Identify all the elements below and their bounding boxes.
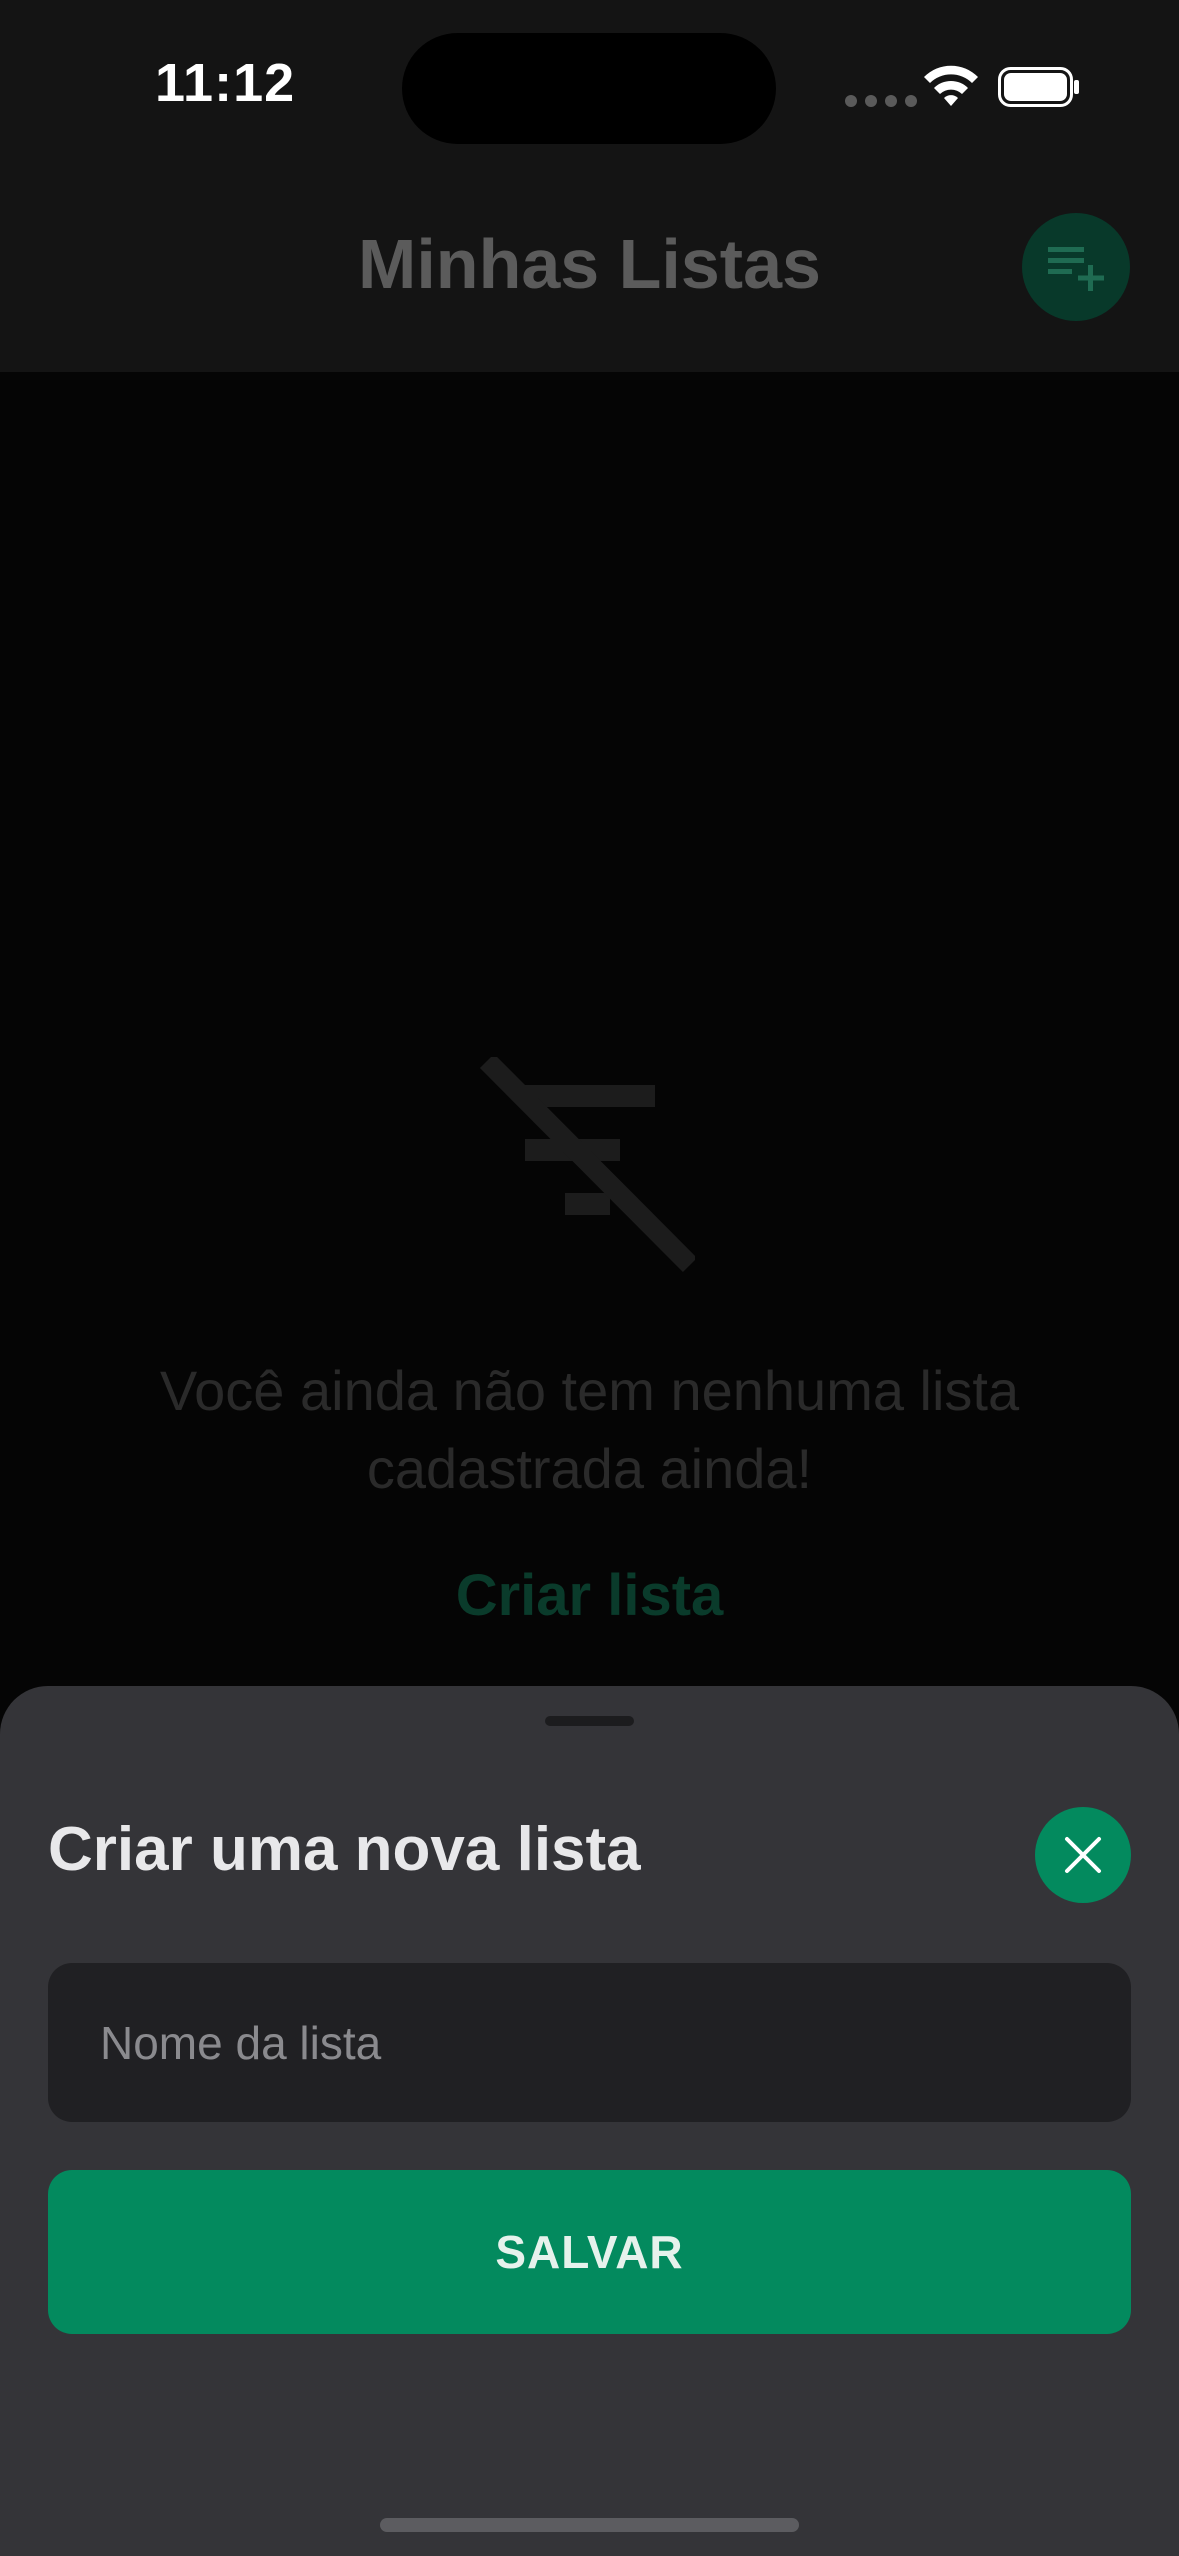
filter-off-icon bbox=[479, 1057, 695, 1273]
status-time: 11:12 bbox=[155, 53, 296, 113]
playlist-add-icon bbox=[1048, 247, 1104, 291]
close-button[interactable] bbox=[1035, 1807, 1131, 1903]
wifi-icon bbox=[924, 65, 978, 106]
list-name-input[interactable] bbox=[48, 1963, 1131, 2122]
empty-state: Você ainda não tem nenhuma lista cadastr… bbox=[0, 372, 1179, 1702]
drag-handle[interactable] bbox=[545, 1716, 634, 1726]
screen: 11:12 Minhas Listas Você ainda não tem n… bbox=[0, 0, 1179, 2556]
battery-icon bbox=[998, 67, 1079, 107]
sheet-title: Criar uma nova lista bbox=[48, 1815, 641, 1884]
status-bar: 11:12 bbox=[0, 0, 1179, 180]
close-icon bbox=[1065, 1837, 1101, 1873]
page-title: Minhas Listas bbox=[358, 225, 821, 303]
dynamic-island bbox=[402, 33, 776, 144]
home-indicator bbox=[380, 2518, 799, 2532]
create-list-sheet: Criar uma nova lista SALVAR bbox=[0, 1686, 1179, 2556]
save-button[interactable]: SALVAR bbox=[48, 2170, 1131, 2334]
app-header: Minhas Listas bbox=[0, 180, 1179, 372]
empty-message: Você ainda não tem nenhuma lista cadastr… bbox=[159, 1359, 1020, 1500]
add-list-button[interactable] bbox=[1022, 213, 1130, 321]
signal-dots-icon bbox=[845, 95, 917, 107]
create-list-link[interactable]: Criar lista bbox=[0, 1562, 1179, 1629]
